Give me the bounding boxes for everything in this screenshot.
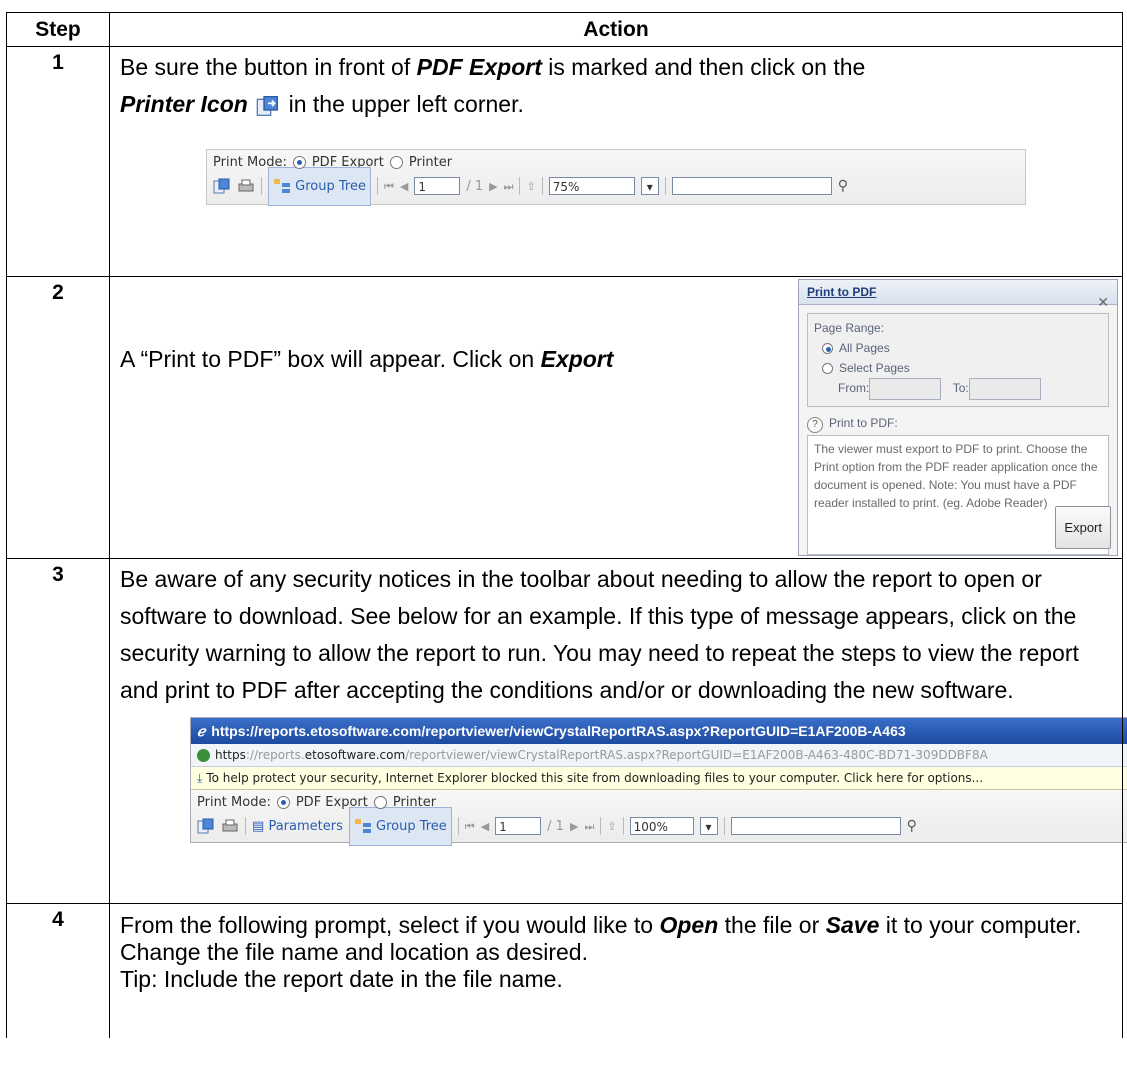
page-range-group: Page Range: All Pages Select Pages From:… [807, 313, 1109, 407]
header-row: Step Action [6, 12, 1123, 47]
ie-zoom-select[interactable]: 100% [629, 817, 694, 835]
toolbar-separator [261, 177, 262, 195]
toolbar-separator [664, 177, 666, 195]
ie-printer-radio[interactable] [373, 795, 387, 809]
printer-label: Printer [408, 154, 453, 170]
site-icon [197, 749, 210, 762]
up-level-icon[interactable]: ⇧ [526, 168, 535, 205]
step-row-4: 4 From the following prompt, select if y… [6, 903, 1123, 1038]
last-page-icon[interactable]: ⏭ [584, 808, 594, 845]
step-action-1: Be sure the button in front of PDF Expor… [109, 46, 1123, 277]
toolbar-separator [245, 817, 246, 835]
export-term: Export [540, 346, 614, 372]
next-page-icon[interactable]: ▶ [489, 168, 497, 205]
header-step: Step [6, 12, 110, 47]
steps-table: Step Action 1 Be sure the button in fron… [6, 12, 1127, 1038]
parameters-button[interactable]: ▤ Parameters [252, 808, 343, 845]
step-action-2: A “Print to PDF” box will appear. Click … [109, 276, 1123, 559]
all-pages-radio[interactable] [822, 343, 833, 355]
step-text-3: Be aware of any security notices in the … [120, 566, 1079, 703]
page-range-label: Page Range: [814, 321, 885, 335]
toolbar-separator [600, 817, 602, 835]
all-pages-option[interactable]: All Pages [814, 338, 1102, 358]
ie-page-count: / 1 [547, 818, 564, 834]
print-icon[interactable] [237, 178, 255, 194]
zoom-dropdown-icon[interactable]: ▾ [640, 177, 659, 195]
print-icon[interactable] [221, 818, 239, 834]
toolbar-separator [376, 177, 378, 195]
last-page-icon[interactable]: ⏭ [504, 168, 514, 205]
parameters-icon: ▤ [252, 818, 265, 834]
select-pages-radio[interactable] [822, 363, 833, 375]
step-text-2: A “Print to PDF” box will appear. Click … [120, 346, 614, 372]
zoom-select[interactable]: 75% [548, 177, 635, 195]
open-term: Open [659, 912, 719, 938]
prev-page-icon[interactable]: ◀ [481, 808, 489, 845]
toolbar-separator [723, 817, 725, 835]
toolbar-separator [541, 177, 543, 195]
dialog-title: Print to PDF [799, 280, 1117, 305]
step-row-1: 1 Be sure the button in front of PDF Exp… [6, 46, 1123, 277]
pdf-export-term: PDF Export [416, 54, 542, 80]
step-number-3: 3 [6, 558, 110, 904]
export-icon[interactable] [197, 818, 215, 834]
ie-viewer-toolbar: Print Mode: PDF Export Printer ▤ Paramet… [191, 790, 1127, 846]
close-icon[interactable]: ✕ [1097, 284, 1109, 321]
page-count: / 1 [466, 178, 484, 194]
binoculars-icon[interactable]: ⚲ [907, 808, 917, 845]
page-range-fields: From: To: [814, 378, 1102, 402]
ie-page-number-input[interactable]: 1 [495, 817, 542, 835]
header-action: Action [109, 12, 1123, 47]
print-to-pdf-dialog: Print to PDF ✕ Page Range: All Pages Sel… [798, 279, 1118, 556]
step-text-4: From the following prompt, select if you… [120, 912, 1082, 965]
step-action-3: Be aware of any security notices in the … [109, 558, 1127, 904]
binoculars-icon[interactable]: ⚲ [838, 168, 848, 205]
ie-pdf-export-radio[interactable] [276, 795, 290, 809]
step-text-1: Be sure the button in front of PDF Expor… [120, 54, 866, 117]
printer-export-icon [256, 95, 279, 116]
step-action-4: From the following prompt, select if you… [109, 903, 1123, 1038]
navigation-row: Group Tree ⏮ ◀ 1 / 1 ▶ ⏭ ⇧ 75% ▾ ⚲ [207, 166, 1025, 206]
export-icon[interactable] [213, 178, 231, 194]
viewer-toolbar: Print Mode: PDF Export Printer Group Tre… [206, 149, 1026, 206]
ie-title-bar: ℯ https://reports.etosoftware.com/reportv… [191, 718, 1127, 744]
ie-navigation-row: ▤ Parameters Group Tree ⏮ ◀ 1 / 1 ▶ ⏭ ⇧ … [191, 806, 1127, 846]
select-pages-option[interactable]: Select Pages [814, 358, 1102, 378]
page-number-input[interactable]: 1 [414, 177, 461, 195]
save-term: Save [825, 912, 880, 938]
pdf-export-radio[interactable] [292, 155, 306, 169]
group-tree-button[interactable]: Group Tree [268, 166, 371, 206]
step-number-2: 2 [6, 276, 110, 559]
help-icon: ? [807, 417, 823, 433]
ie-address-bar[interactable]: https://reports.etosoftware.com/reportvi… [191, 744, 1127, 767]
search-input[interactable] [671, 177, 832, 195]
next-page-icon[interactable]: ▶ [570, 808, 578, 845]
ie-window-screenshot: ℯ https://reports.etosoftware.com/reportv… [190, 717, 1127, 846]
to-field[interactable] [968, 378, 1041, 400]
printer-radio[interactable] [389, 155, 403, 169]
toolbar-separator [519, 177, 521, 195]
first-page-icon[interactable]: ⏮ [384, 168, 394, 205]
ie-group-tree-button[interactable]: Group Tree [348, 806, 452, 846]
first-page-icon[interactable]: ⏮ [465, 808, 475, 845]
step-row-3: 3 Be aware of any security notices in th… [6, 558, 1127, 904]
step-number-4: 4 [6, 903, 110, 1038]
zoom-dropdown-icon[interactable]: ▾ [699, 817, 718, 835]
toolbar-separator [457, 817, 459, 835]
ie-logo-icon: ℯ [197, 723, 206, 739]
group-tree-icon [354, 819, 371, 833]
step-tip-4: Tip: Include the report date in the file… [120, 966, 563, 992]
from-field[interactable] [869, 378, 942, 400]
step-row-2: 2 A “Print to PDF” box will appear. Clic… [6, 276, 1123, 559]
group-tree-icon [274, 179, 290, 193]
printer-icon-term: Printer Icon [120, 91, 248, 117]
ie-search-input[interactable] [730, 817, 901, 835]
step-number-1: 1 [6, 46, 110, 277]
toolbar-separator [622, 817, 624, 835]
up-level-icon[interactable]: ⇧ [607, 808, 616, 845]
prev-page-icon[interactable]: ◀ [400, 168, 408, 205]
export-button[interactable]: Export [1055, 506, 1111, 549]
help-header: ? Print to PDF: [807, 413, 1109, 433]
